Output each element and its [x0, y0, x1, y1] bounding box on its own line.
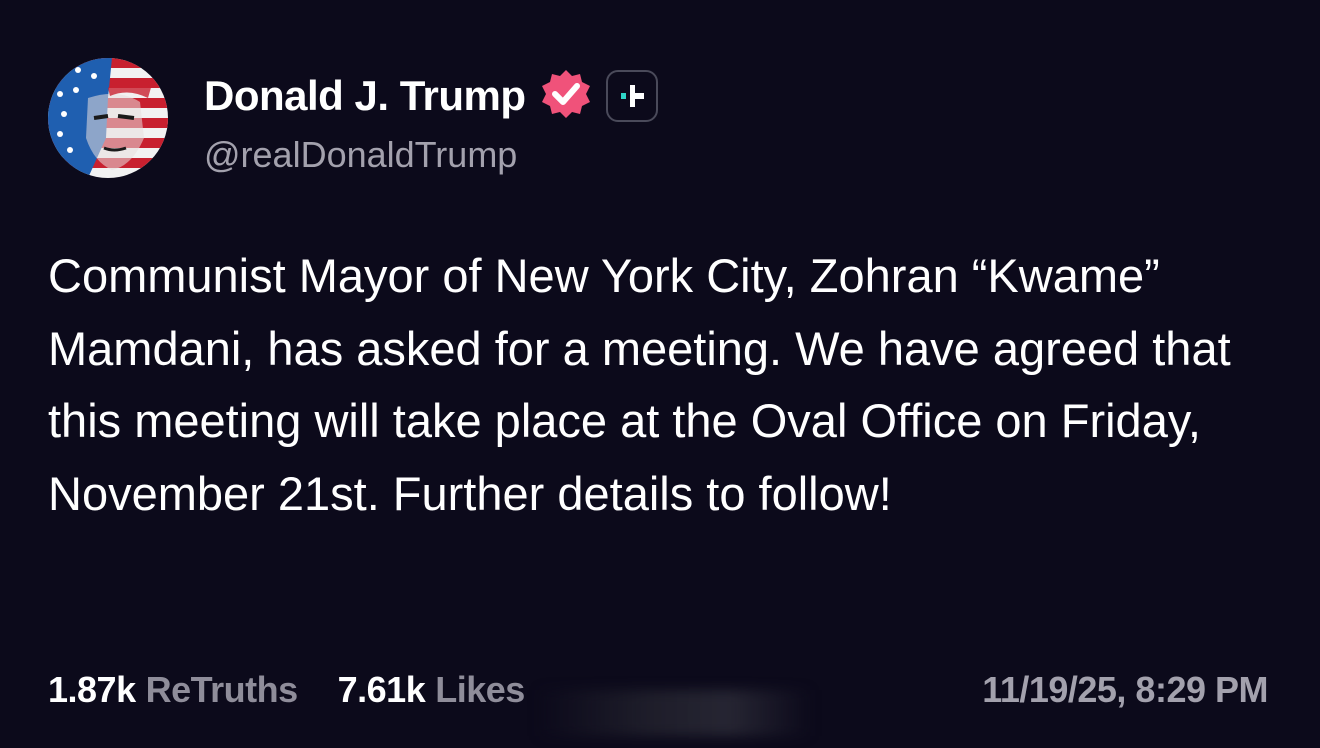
blur-overlay — [540, 690, 810, 736]
retruths-count[interactable]: 1.87k — [48, 669, 136, 711]
author-name-row: Donald J. Trump — [204, 70, 658, 122]
avatar[interactable] — [48, 58, 168, 178]
flag-portrait-avatar-icon — [48, 58, 168, 178]
likes-label[interactable]: Likes — [435, 669, 525, 711]
plus-icon — [620, 85, 644, 107]
post-timestamp[interactable]: 11/19/25, 8:29 PM — [982, 664, 1268, 716]
author-display-name[interactable]: Donald J. Trump — [204, 72, 526, 120]
retruths-label[interactable]: ReTruths — [146, 669, 299, 711]
verified-badge-icon — [538, 68, 594, 124]
likes-count[interactable]: 7.61k — [338, 669, 426, 711]
post-body-text: Communist Mayor of New York City, Zohran… — [48, 249, 1231, 520]
follow-button[interactable] — [605, 70, 658, 122]
author-handle[interactable]: @realDonaldTrump — [204, 134, 517, 176]
post-stats: 1.87k ReTruths 7.61k Likes — [48, 664, 525, 716]
truth-post: Donald J. Trump @realDonaldTrump Communi… — [0, 0, 1320, 748]
